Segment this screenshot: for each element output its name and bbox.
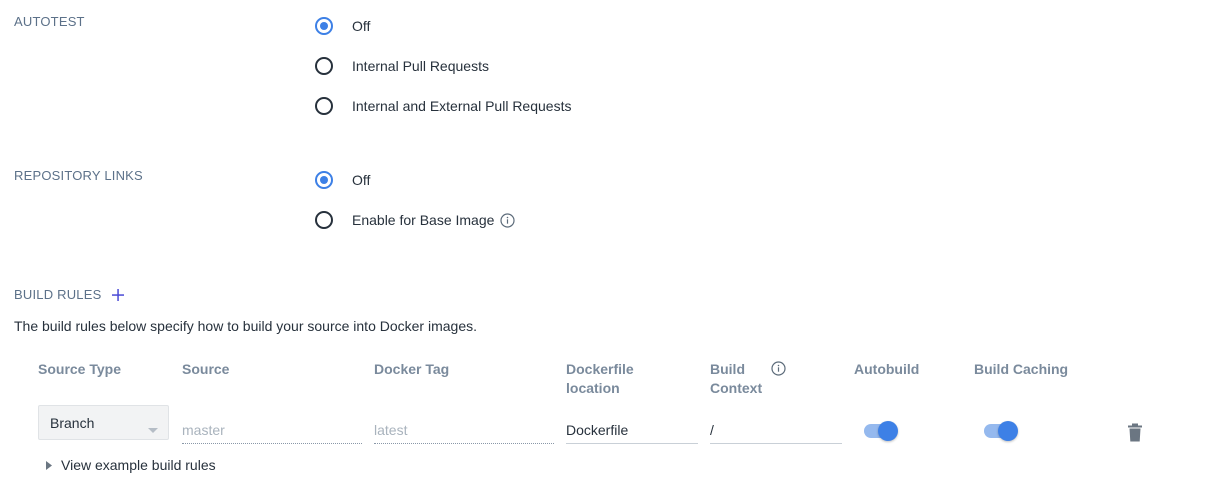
column-header-docker-tag: Docker Tag [374, 361, 450, 377]
caret-right-icon [46, 460, 52, 470]
column-header-build-context-line1: Build [710, 361, 745, 377]
repository-links-option-off-label: Off [352, 172, 371, 188]
build-caching-toggle[interactable] [984, 420, 1020, 442]
build-caching-toggle-knob [998, 421, 1018, 441]
build-rules-label: BUILD RULES [14, 287, 102, 302]
column-header-build-context-line2: Context [710, 380, 763, 396]
radio-unchecked-icon[interactable] [315, 211, 333, 229]
autotest-option-internal-external-prs-label: Internal and External Pull Requests [352, 98, 572, 114]
trash-icon[interactable] [1127, 423, 1143, 447]
docker-tag-input[interactable]: latest [374, 420, 554, 444]
autotest-option-internal-external-prs[interactable]: Internal and External Pull Requests [315, 95, 571, 117]
radio-unchecked-icon[interactable] [315, 97, 333, 115]
repository-links-option-base-image[interactable]: Enable for Base Image [315, 209, 516, 231]
repository-links-option-base-image-label: Enable for Base Image [352, 212, 495, 228]
radio-unchecked-icon[interactable] [315, 57, 333, 75]
view-example-build-rules-label: View example build rules [61, 457, 216, 473]
autotest-label: AUTOTEST [14, 14, 85, 29]
dockerfile-location-input[interactable]: Dockerfile [566, 420, 698, 444]
column-header-build-caching: Build Caching [974, 361, 1069, 377]
repository-links-option-off[interactable]: Off [315, 169, 370, 191]
source-type-select[interactable]: Branch [38, 405, 169, 440]
view-example-build-rules[interactable]: View example build rules [46, 457, 216, 473]
plus-icon[interactable] [112, 288, 125, 301]
info-circle-icon[interactable] [771, 361, 786, 381]
autotest-option-off[interactable]: Off [315, 15, 370, 37]
build-rules-description: The build rules below specify how to bui… [14, 318, 478, 334]
repository-links-label: REPOSITORY LINKS [14, 168, 143, 183]
column-header-dockerfile-location-line1: Dockerfile [566, 361, 634, 377]
radio-checked-icon[interactable] [315, 17, 333, 35]
autobuild-toggle[interactable] [864, 420, 900, 442]
info-circle-icon[interactable] [500, 212, 516, 228]
radio-checked-icon[interactable] [315, 171, 333, 189]
build-context-input[interactable]: / [710, 420, 842, 444]
caret-down-icon [148, 421, 158, 437]
column-header-autobuild: Autobuild [854, 361, 920, 377]
autobuild-toggle-knob [878, 421, 898, 441]
column-header-build-context: Build Context [710, 360, 762, 398]
autotest-option-internal-prs[interactable]: Internal Pull Requests [315, 55, 489, 77]
column-header-source-type: Source Type [38, 361, 121, 377]
column-header-source: Source [182, 361, 230, 377]
source-type-value: Branch [50, 414, 95, 431]
autotest-option-internal-prs-label: Internal Pull Requests [352, 58, 489, 74]
build-rules-header: BUILD RULES [14, 287, 125, 302]
source-input[interactable]: master [182, 420, 362, 444]
column-header-dockerfile-location: Dockerfile location [566, 360, 634, 398]
column-header-dockerfile-location-line2: location [566, 380, 620, 396]
autotest-option-off-label: Off [352, 18, 371, 34]
